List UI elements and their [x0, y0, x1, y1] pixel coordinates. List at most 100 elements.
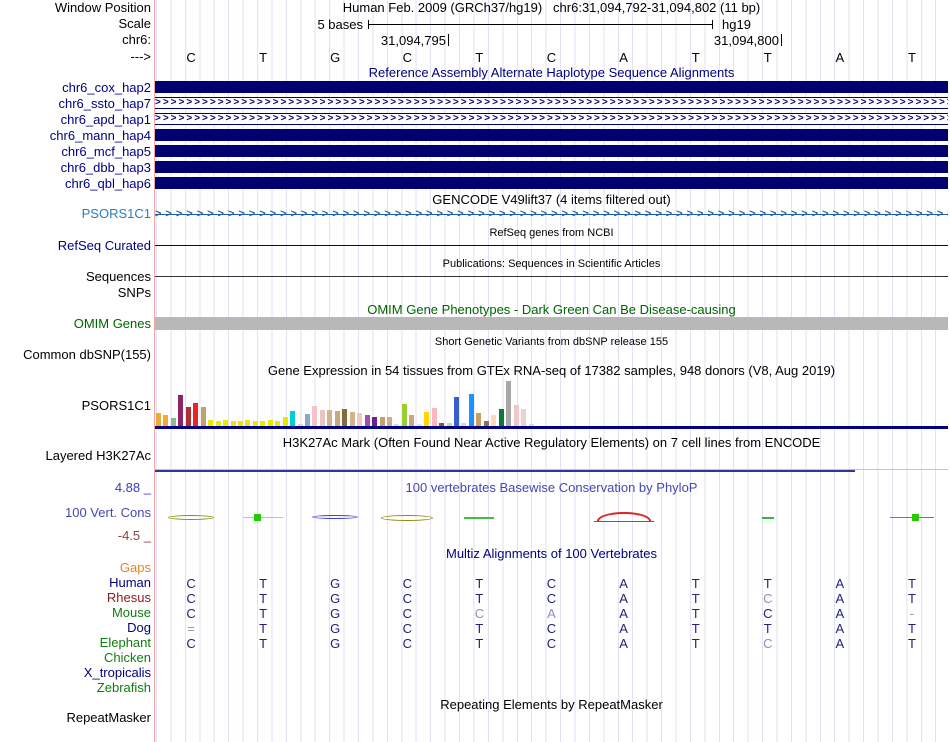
- multiz-base: =: [187, 621, 195, 636]
- multiz-species-label[interactable]: Chicken: [0, 651, 151, 665]
- multiz-base: C: [474, 606, 485, 621]
- haplotype-label[interactable]: chr6_ssto_hap7: [0, 97, 151, 111]
- h3k27ac-signal-line: [155, 470, 855, 472]
- haplotype-label[interactable]: chr6_apd_hap1: [0, 113, 151, 127]
- multiz-base: T: [907, 636, 916, 651]
- gtex-bar: [156, 413, 161, 426]
- haplotype-label[interactable]: chr6_mcf_hap5: [0, 145, 151, 159]
- conservation-lens: [381, 515, 434, 521]
- haplotype-label[interactable]: chr6_qbl_hap6: [0, 177, 151, 191]
- haplotype-bar[interactable]: [155, 145, 948, 157]
- gtex-bar: [513, 405, 519, 426]
- conservation-peak-square: [254, 514, 262, 521]
- scale-label: Scale: [118, 16, 151, 31]
- multiz-base: G: [330, 591, 341, 606]
- gtex-bar: [178, 395, 184, 426]
- conservation-max-label: 4.88 _: [114, 480, 151, 495]
- scale-bar-right-tick: [712, 20, 713, 29]
- multiz-species-label[interactable]: Human: [0, 576, 151, 590]
- position-range: chr6:31,094,792-31,094,802 (11 bp): [553, 0, 761, 15]
- multiz-base: C: [763, 591, 773, 606]
- conservation-dash: [464, 517, 495, 519]
- snps-label[interactable]: SNPs: [0, 286, 151, 300]
- genome-browser-image: Window Position Human Feb. 2009 (GRCh37/…: [0, 0, 950, 742]
- multiz-species-label[interactable]: Gaps: [0, 561, 151, 575]
- multiz-base: A: [619, 621, 628, 636]
- gtex-bar: [282, 417, 288, 426]
- gtex-gene-label[interactable]: PSORS1C1: [0, 399, 151, 413]
- gencode-gene-label[interactable]: PSORS1C1: [0, 207, 151, 221]
- haplotype-label[interactable]: chr6_mann_hap4: [0, 129, 151, 143]
- common-dbsnp-label[interactable]: Common dbSNP(155): [0, 348, 151, 362]
- gtex-bar: [401, 404, 407, 426]
- multiz-base: T: [907, 621, 916, 636]
- refseq-curated-label[interactable]: RefSeq Curated: [0, 239, 151, 253]
- multiz-base: A: [835, 636, 845, 651]
- conservation-label[interactable]: 100 Vert. Cons: [0, 506, 151, 520]
- multiz-species-label[interactable]: Rhesus: [0, 591, 151, 605]
- gtex-bar: [498, 409, 504, 426]
- haplotype-chevron-bar[interactable]: >>>>>>>>>>>>>>>>>>>>>>>>>>>>>>>>>>>>>>>>…: [155, 97, 948, 109]
- dbsnp-track-title: Short Genetic Variants from dbSNP releas…: [434, 336, 669, 348]
- gtex-bar: [163, 415, 169, 426]
- gtex-bar: [521, 409, 527, 426]
- haplotype-bar[interactable]: [155, 161, 948, 173]
- gtex-bar: [334, 411, 340, 426]
- gtex-bar: [364, 415, 370, 426]
- gencode-gene-intron-arrows[interactable]: >>>>>>>>>>>>>>>>>>>>>>>>>>>>>>>>>>>>>>>>…: [155, 208, 948, 221]
- genome-build-label: hg19: [722, 17, 751, 32]
- gtex-bar: [319, 410, 325, 426]
- multiz-base: C: [402, 606, 412, 621]
- multiz-species-label[interactable]: Dog: [0, 621, 151, 635]
- reference-base: C: [186, 50, 196, 65]
- conservation-lens: [168, 515, 215, 520]
- multiz-base: T: [475, 621, 484, 636]
- multiz-species-label[interactable]: Zebrafish: [0, 681, 151, 695]
- refseq-track-line: [155, 245, 948, 246]
- multiz-base: A: [835, 591, 845, 606]
- multiz-base: C: [402, 591, 412, 606]
- reference-base: G: [330, 50, 341, 65]
- conservation-peak-square: [911, 514, 919, 521]
- gencode-track-title: GENCODE V49lift37 (4 items filtered out): [432, 192, 671, 207]
- multiz-base: -: [909, 606, 915, 621]
- haplotype-label[interactable]: chr6_dbb_hap3: [0, 161, 151, 175]
- window-position-label: Window Position: [54, 0, 151, 15]
- reference-base: T: [259, 50, 268, 65]
- multiz-base: T: [763, 621, 772, 636]
- multiz-species-label[interactable]: Mouse: [0, 606, 151, 620]
- multiz-base: T: [907, 591, 916, 606]
- multiz-base: C: [763, 636, 773, 651]
- conservation-dash: [761, 517, 774, 519]
- conservation-line: [243, 517, 284, 518]
- multiz-base: C: [546, 591, 557, 606]
- ref-assembly-track-title: Reference Assembly Alternate Haplotype S…: [368, 65, 735, 80]
- gtex-bar: [305, 414, 310, 426]
- haplotype-chevron-bar[interactable]: >>>>>>>>>>>>>>>>>>>>>>>>>>>>>>>>>>>>>>>>…: [155, 113, 948, 125]
- haplotype-bar[interactable]: [155, 177, 948, 189]
- omim-genes-label[interactable]: OMIM Genes: [0, 317, 151, 331]
- multiz-base: A: [835, 606, 845, 621]
- sequences-label[interactable]: Sequences: [0, 270, 151, 284]
- omim-gene-bar[interactable]: [155, 317, 948, 330]
- gtex-bar: [506, 381, 512, 426]
- layered-h3k27ac-label[interactable]: Layered H3K27Ac: [0, 449, 151, 463]
- multiz-species-label[interactable]: Elephant: [0, 636, 151, 650]
- gtex-bar: [431, 408, 437, 426]
- multiz-base: T: [259, 636, 268, 651]
- gtex-bar: [476, 413, 482, 426]
- gtex-bar: [349, 412, 355, 426]
- haplotype-bar[interactable]: [155, 129, 948, 141]
- multiz-base: T: [475, 591, 484, 606]
- multiz-species-label[interactable]: X_tropicalis: [0, 666, 151, 680]
- haplotype-bar[interactable]: [155, 81, 948, 93]
- multiz-base: T: [475, 576, 484, 591]
- multiz-base: T: [691, 606, 700, 621]
- haplotype-label[interactable]: chr6_cox_hap2: [0, 81, 151, 95]
- repeatmasker-label[interactable]: RepeatMasker: [0, 711, 151, 725]
- gtex-bar: [200, 407, 206, 426]
- multiz-base: G: [330, 621, 341, 636]
- coordinate-tick-right: [781, 34, 782, 46]
- publications-track-title: Publications: Sequences in Scientific Ar…: [442, 258, 661, 270]
- multiz-base: A: [619, 636, 628, 651]
